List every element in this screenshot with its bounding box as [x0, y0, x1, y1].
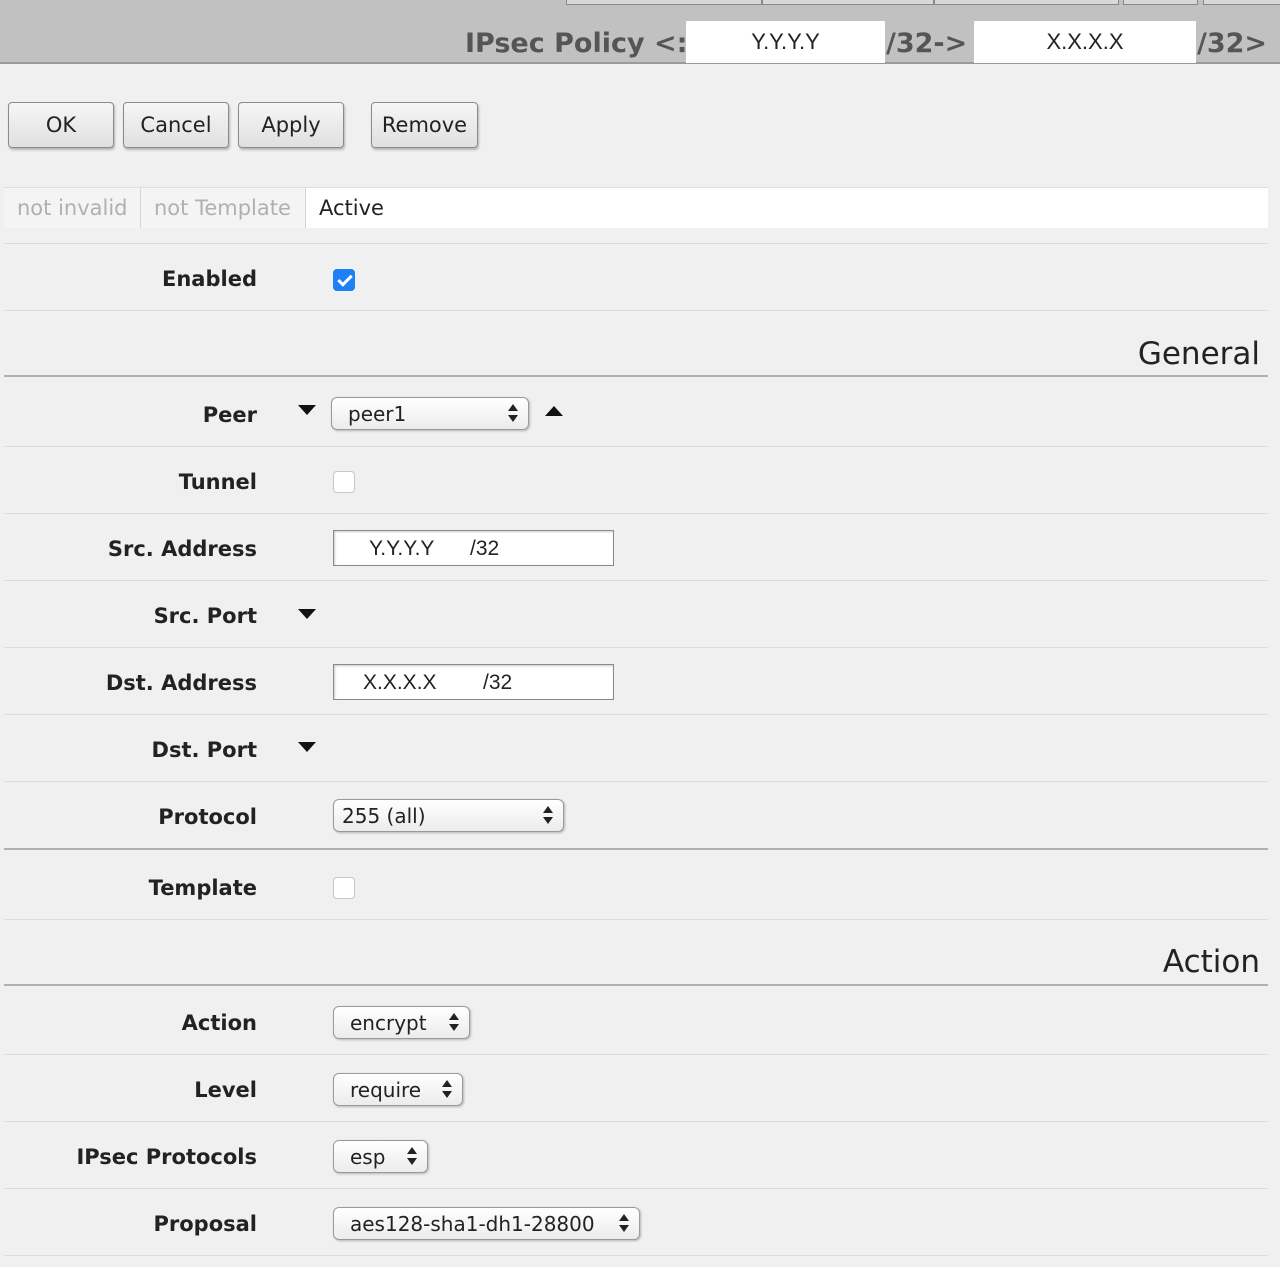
select-arrows-icon [407, 1146, 417, 1168]
protocol-label: Protocol [158, 805, 257, 829]
cancel-button[interactable]: Cancel [123, 102, 229, 148]
divider [4, 919, 1268, 920]
select-arrows-icon [543, 805, 553, 827]
remove-button[interactable]: Remove [371, 102, 478, 148]
status-invalid: not invalid [4, 188, 141, 228]
divider [4, 1054, 1268, 1055]
src-address-mask: /32 [470, 537, 500, 560]
protocol-select[interactable]: 255 (all) [333, 799, 564, 832]
dst-port-label: Dst. Port [151, 738, 257, 762]
divider [4, 714, 1268, 715]
action-select-value: encrypt [350, 1010, 427, 1035]
section-action-title: Action [1162, 944, 1260, 980]
level-select[interactable]: require [333, 1073, 463, 1106]
section-divider [4, 375, 1268, 377]
title-dst-address: X.X.X.X [974, 21, 1196, 63]
src-port-expand-icon[interactable] [298, 609, 316, 619]
src-address-input[interactable]: Y.Y.Y.Y /32 [333, 530, 614, 566]
top-tab-5[interactable] [1203, 0, 1280, 5]
peer-label: Peer [202, 403, 257, 427]
title-bar: IPsec Policy <: Y.Y.Y.Y /32-> X.X.X.X /3… [0, 0, 1280, 64]
divider [4, 310, 1268, 311]
template-label: Template [148, 876, 257, 900]
divider [4, 513, 1268, 514]
level-label: Level [194, 1078, 257, 1102]
tunnel-checkbox[interactable] [333, 471, 355, 493]
src-address-ip: Y.Y.Y.Y [369, 537, 435, 560]
divider [4, 647, 1268, 648]
divider [4, 446, 1268, 447]
ipsec-protocols-select[interactable]: esp [333, 1140, 428, 1173]
select-arrows-icon [442, 1079, 452, 1101]
select-arrows-icon [449, 1012, 459, 1034]
divider [4, 781, 1268, 782]
src-port-label: Src. Port [153, 604, 257, 628]
ipsec-protocols-label: IPsec Protocols [76, 1145, 257, 1169]
title-suffix: /32> [1197, 28, 1268, 59]
peer-select[interactable]: peer1 [331, 397, 529, 430]
section-general-title: General [1137, 336, 1260, 372]
dst-address-label: Dst. Address [105, 671, 257, 695]
top-tab-2[interactable] [762, 0, 934, 5]
top-tab-4[interactable] [1123, 0, 1198, 5]
src-address-label: Src. Address [107, 537, 257, 561]
level-select-value: require [350, 1077, 422, 1102]
tunnel-label: Tunnel [178, 470, 257, 494]
title-src-address: Y.Y.Y.Y [686, 21, 885, 63]
top-tab-3[interactable] [934, 0, 1119, 5]
ok-button[interactable]: OK [8, 102, 114, 148]
dst-port-expand-icon[interactable] [298, 742, 316, 752]
dst-address-mask: /32 [483, 671, 513, 694]
divider [4, 243, 1268, 244]
divider [4, 1255, 1268, 1256]
section-divider [4, 848, 1268, 850]
ipsec-protocols-select-value: esp [350, 1144, 386, 1169]
divider [4, 1188, 1268, 1189]
template-checkbox[interactable] [333, 877, 355, 899]
divider [4, 1121, 1268, 1122]
action-label: Action [181, 1011, 257, 1035]
select-arrows-icon [619, 1213, 629, 1235]
protocol-select-value: 255 (all) [342, 803, 426, 828]
status-bar: not invalid not Template Active [4, 187, 1268, 228]
title-prefix: IPsec Policy <: [465, 28, 688, 59]
peer-expand-icon[interactable] [545, 406, 563, 416]
section-divider [4, 984, 1268, 986]
select-arrows-icon [508, 403, 518, 425]
title-mid: /32-> [886, 28, 968, 59]
enabled-label: Enabled [162, 267, 257, 291]
dst-address-input[interactable]: X.X.X.X /32 [333, 664, 614, 700]
top-tab-1[interactable] [566, 0, 762, 5]
peer-select-value: peer1 [348, 401, 407, 426]
dst-address-ip: X.X.X.X [363, 671, 437, 694]
proposal-label: Proposal [153, 1212, 257, 1236]
apply-button[interactable]: Apply [238, 102, 344, 148]
divider [4, 580, 1268, 581]
action-select[interactable]: encrypt [333, 1006, 470, 1039]
status-template: not Template [141, 188, 306, 228]
enabled-checkbox[interactable] [333, 269, 355, 291]
proposal-select-value: aes128-sha1-dh1-28800 [350, 1211, 595, 1236]
peer-collapse-icon[interactable] [298, 405, 316, 415]
status-active: Active [319, 196, 384, 220]
proposal-select[interactable]: aes128-sha1-dh1-28800 [333, 1207, 640, 1240]
